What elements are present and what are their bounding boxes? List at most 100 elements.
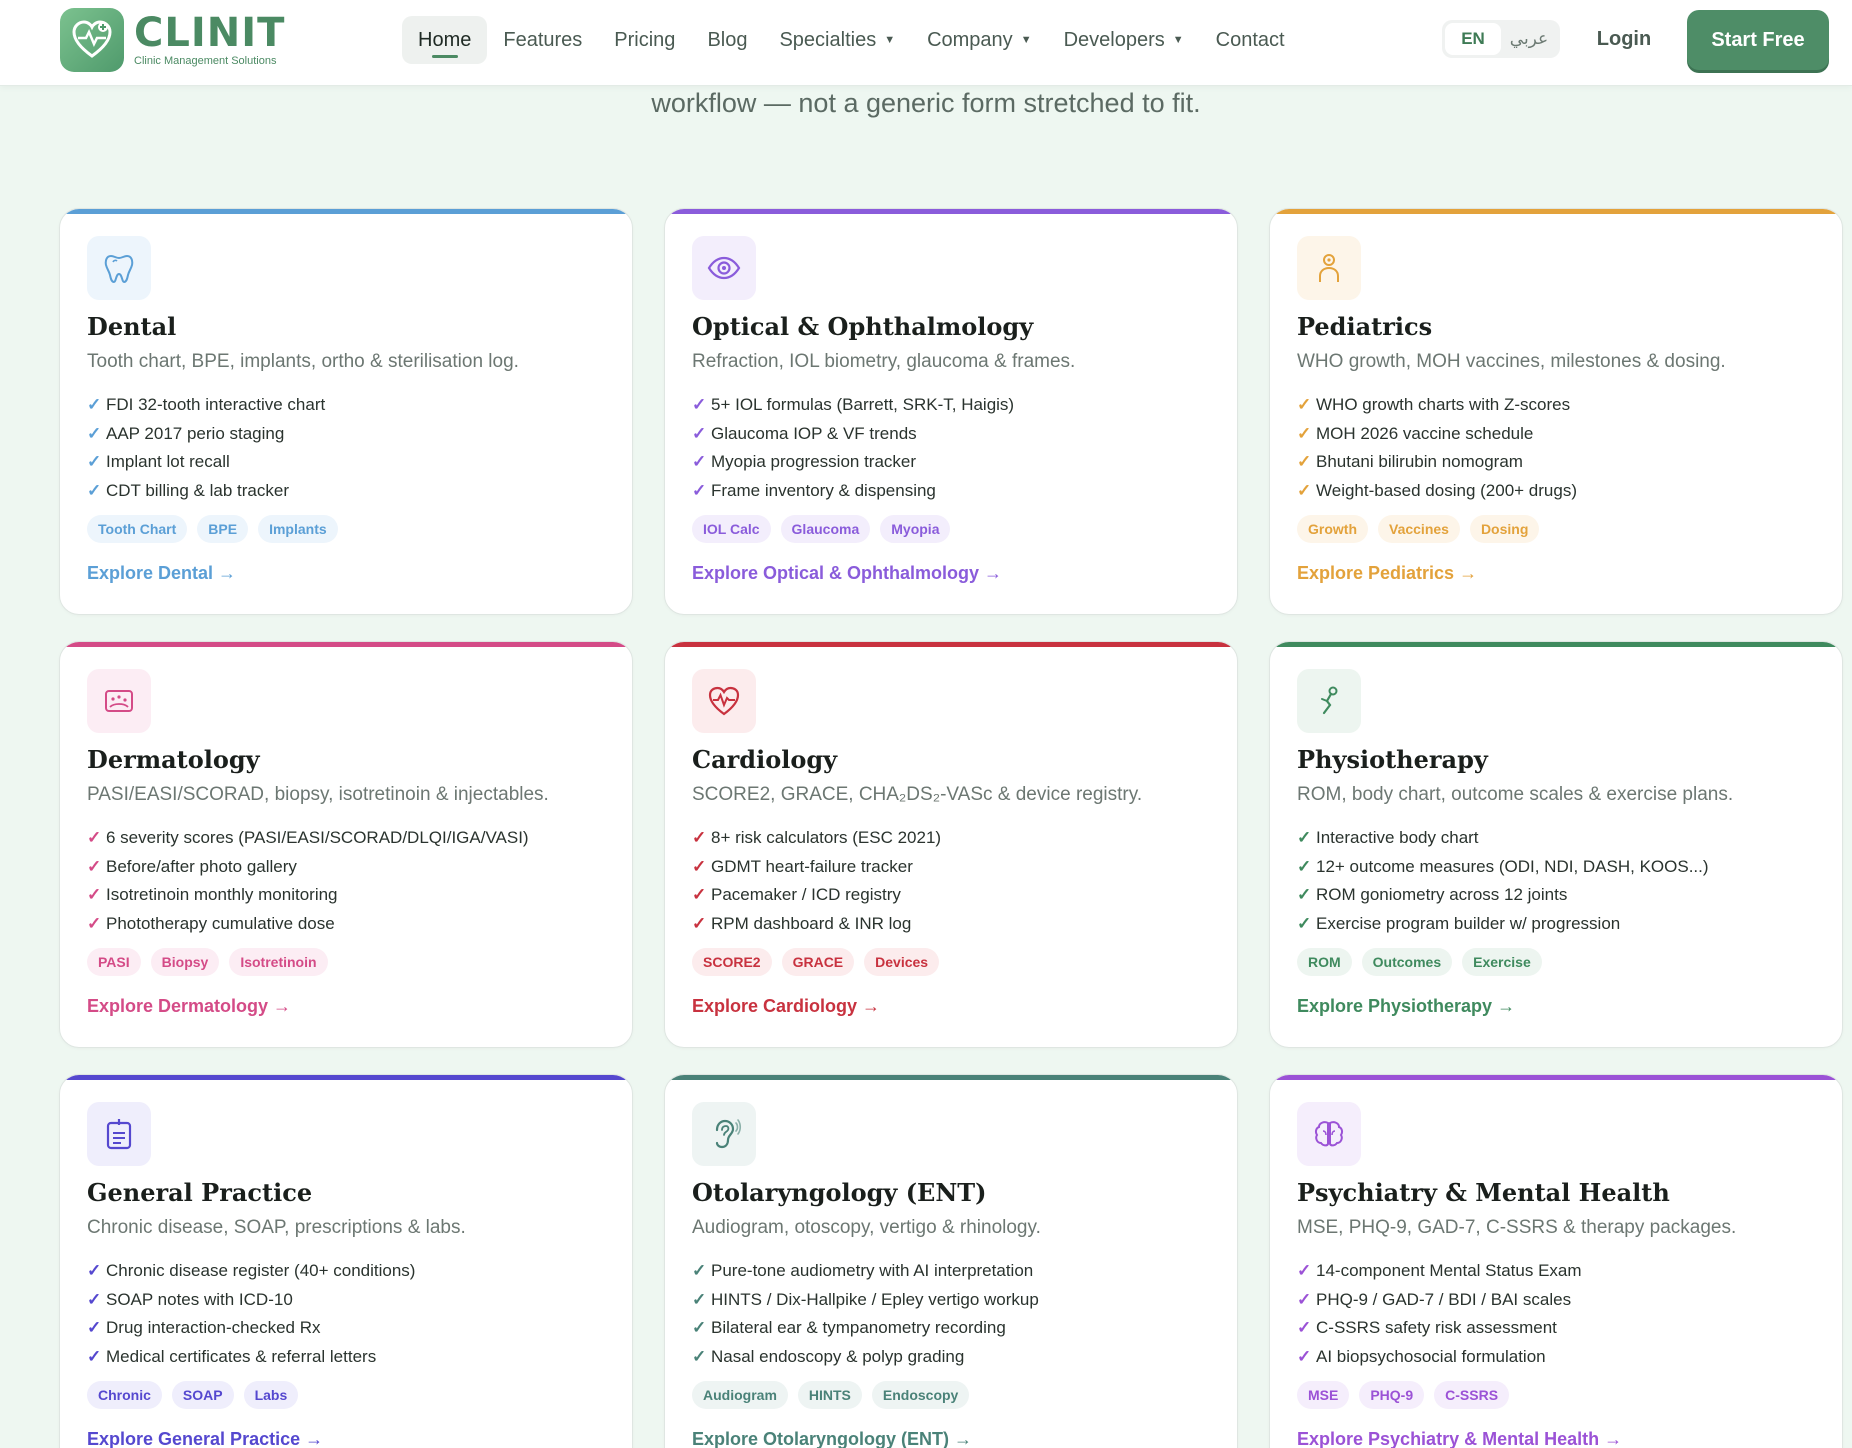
feature-item: ✓ Nasal endoscopy & polyp grading — [692, 1343, 1039, 1372]
feature-list: ✓ 14-component Mental Status Exam ✓ PHQ-9 /… — [1297, 1257, 1582, 1371]
feature-item: ✓ Isotretinoin monthly monitoring — [87, 881, 529, 910]
card-accent-bar — [60, 1075, 632, 1080]
lang-en-option[interactable]: EN — [1445, 23, 1501, 55]
explore-link[interactable]: Explore Optical & Ophthalmology → — [692, 563, 1002, 584]
explore-link[interactable]: Explore Dermatology → — [87, 996, 291, 1017]
chevron-down-icon: ▼ — [1172, 34, 1184, 46]
feature-text: Weight-based dosing (200+ drugs) — [1316, 480, 1577, 500]
tag-chip: Implants — [258, 515, 338, 543]
feature-item: ✓ ROM goniometry across 12 joints — [1297, 881, 1709, 910]
card-description: SCORE2, GRACE, CHA₂DS₂-VASc & device reg… — [692, 784, 1143, 805]
feature-text: AAP 2017 perio staging — [106, 423, 285, 443]
check-icon: ✓ — [1297, 856, 1312, 876]
check-icon: ✓ — [87, 885, 102, 904]
feature-text: MOH 2026 vaccine schedule — [1316, 423, 1534, 443]
nav-developers-label: Developers — [1063, 28, 1165, 51]
explore-link[interactable]: Explore Dental → — [87, 563, 236, 584]
feature-text: Myopia progression tracker — [711, 452, 917, 471]
card-description: Chronic disease, SOAP, prescriptions & l… — [87, 1217, 466, 1238]
nav-features[interactable]: Features — [487, 16, 598, 64]
card-description: ROM, body chart, outcome scales & exerci… — [1297, 784, 1734, 805]
feature-text: Nasal endoscopy & polyp grading — [711, 1346, 965, 1366]
check-icon: ✓ — [87, 828, 102, 847]
feature-text: Glaucoma IOP & VF trends — [711, 423, 917, 443]
card-accent-bar — [60, 642, 632, 647]
card-description: MSE, PHQ-9, GAD-7, C-SSRS & therapy pack… — [1297, 1217, 1737, 1238]
feature-text: Chronic disease register (40+ conditions… — [106, 1261, 416, 1280]
tag-chip: Glaucoma — [780, 515, 871, 543]
specialty-card-dental: Dental Tooth chart, BPE, implants, ortho… — [59, 208, 633, 615]
explore-link[interactable]: Explore Physiotherapy → — [1297, 996, 1515, 1017]
tag-chips: Growth Vaccines Dosing — [1297, 515, 1540, 543]
brand-logo[interactable]: CLINIT Clinic Management Solutions — [60, 8, 285, 72]
tag-chip: Dosing — [1469, 515, 1540, 543]
tag-chip: Growth — [1297, 515, 1368, 543]
tag-chip: PHQ-9 — [1359, 1381, 1425, 1409]
nav-home[interactable]: Home — [402, 16, 488, 64]
feature-item: ✓ Frame inventory & dispensing — [692, 477, 1014, 506]
feature-item: ✓ Bilateral ear & tympanometry recording — [692, 1314, 1039, 1343]
explore-link[interactable]: Explore Cardiology → — [692, 996, 880, 1017]
tag-chip: Labs — [243, 1381, 299, 1409]
specialty-card-psychiatry-mental-health: Psychiatry & Mental Health MSE, PHQ-9, G… — [1269, 1074, 1843, 1448]
card-accent-bar — [60, 209, 632, 214]
tag-chip: SCORE2 — [692, 948, 772, 976]
feature-text: 8+ risk calculators (ESC 2021) — [711, 828, 942, 847]
feature-item: ✓ RPM dashboard & INR log — [692, 910, 941, 939]
nav-pricing[interactable]: Pricing — [598, 16, 691, 64]
feature-text: 12+ outcome measures (ODI, NDI, DASH, KO… — [1316, 856, 1709, 876]
specialty-card-cardiology: Cardiology SCORE2, GRACE, CHA₂DS₂-VASc &… — [664, 641, 1238, 1048]
feature-text: Frame inventory & dispensing — [711, 480, 936, 500]
tag-chips: IOL Calc Glaucoma Myopia — [692, 515, 951, 543]
feature-item: ✓ Bhutani bilirubin nomogram — [1297, 448, 1577, 477]
feature-item: ✓ Glaucoma IOP & VF trends — [692, 420, 1014, 449]
nav-specialties[interactable]: Specialties ▼ — [763, 16, 911, 64]
feature-item: ✓ Weight-based dosing (200+ drugs) — [1297, 477, 1577, 506]
specialty-card-optical-ophthalmology: Optical & Ophthalmology Refraction, IOL … — [664, 208, 1238, 615]
check-icon: ✓ — [692, 395, 707, 414]
tag-chip: Tooth Chart — [87, 515, 188, 543]
card-accent-bar — [665, 1075, 1237, 1080]
check-icon: ✓ — [692, 856, 707, 876]
feature-text: HINTS / Dix-Hallpike / Epley vertigo wor… — [711, 1289, 1039, 1309]
card-accent-bar — [1270, 1075, 1842, 1080]
nav-blog[interactable]: Blog — [691, 16, 763, 64]
check-icon: ✓ — [692, 480, 707, 500]
nav-company[interactable]: Company ▼ — [911, 16, 1048, 64]
lang-ar-option[interactable]: عربي — [1501, 23, 1557, 55]
feature-text: PHQ-9 / GAD-7 / BDI / BAI scales — [1316, 1289, 1572, 1309]
tag-chip: IOL Calc — [692, 515, 771, 543]
check-icon: ✓ — [87, 452, 102, 471]
card-description: Refraction, IOL biometry, glaucoma & fra… — [692, 351, 1076, 372]
explore-link[interactable]: Explore Pediatrics → — [1297, 563, 1477, 584]
check-icon: ✓ — [1297, 480, 1312, 500]
tag-chip: PASI — [87, 948, 141, 976]
tag-chips: ROM Outcomes Exercise — [1297, 948, 1542, 976]
explore-link[interactable]: Explore Otolaryngology (ENT) → — [692, 1429, 972, 1448]
check-icon: ✓ — [692, 885, 707, 904]
explore-link[interactable]: Explore Psychiatry & Mental Health → — [1297, 1429, 1622, 1448]
feature-item: ✓ 12+ outcome measures (ODI, NDI, DASH, K… — [1297, 853, 1709, 882]
nav-contact[interactable]: Contact — [1200, 16, 1301, 64]
feature-item: ✓ GDMT heart-failure tracker — [692, 853, 941, 882]
card-description: WHO growth, MOH vaccines, milestones & d… — [1297, 351, 1726, 372]
check-icon: ✓ — [692, 828, 707, 847]
feature-item: ✓ FDI 32-tooth interactive chart — [87, 391, 325, 420]
check-icon: ✓ — [692, 1346, 707, 1366]
specialty-card-general-practice: General Practice Chronic disease, SOAP, … — [59, 1074, 633, 1448]
feature-item: ✓ Interactive body chart — [1297, 824, 1709, 853]
login-link[interactable]: Login — [1578, 20, 1670, 58]
feature-item: ✓ 5+ IOL formulas (Barrett, SRK-T, Haigis… — [692, 391, 1014, 420]
nav-developers[interactable]: Developers ▼ — [1048, 16, 1200, 64]
tag-chip: Outcomes — [1361, 948, 1453, 976]
specialty-card-physiotherapy: Physiotherapy ROM, body chart, outcome s… — [1269, 641, 1843, 1048]
check-icon: ✓ — [692, 1261, 707, 1280]
nav-contact-label: Contact — [1215, 28, 1285, 51]
feature-text: FDI 32-tooth interactive chart — [106, 395, 326, 414]
explore-link[interactable]: Explore General Practice → — [87, 1429, 323, 1448]
start-free-button[interactable]: Start Free — [1687, 10, 1829, 70]
feature-item: ✓ 14-component Mental Status Exam — [1297, 1257, 1582, 1286]
feature-item: ✓ Phototherapy cumulative dose — [87, 910, 529, 939]
tag-chips: Chronic SOAP Labs — [87, 1381, 299, 1409]
tag-chip: Vaccines — [1378, 515, 1460, 543]
